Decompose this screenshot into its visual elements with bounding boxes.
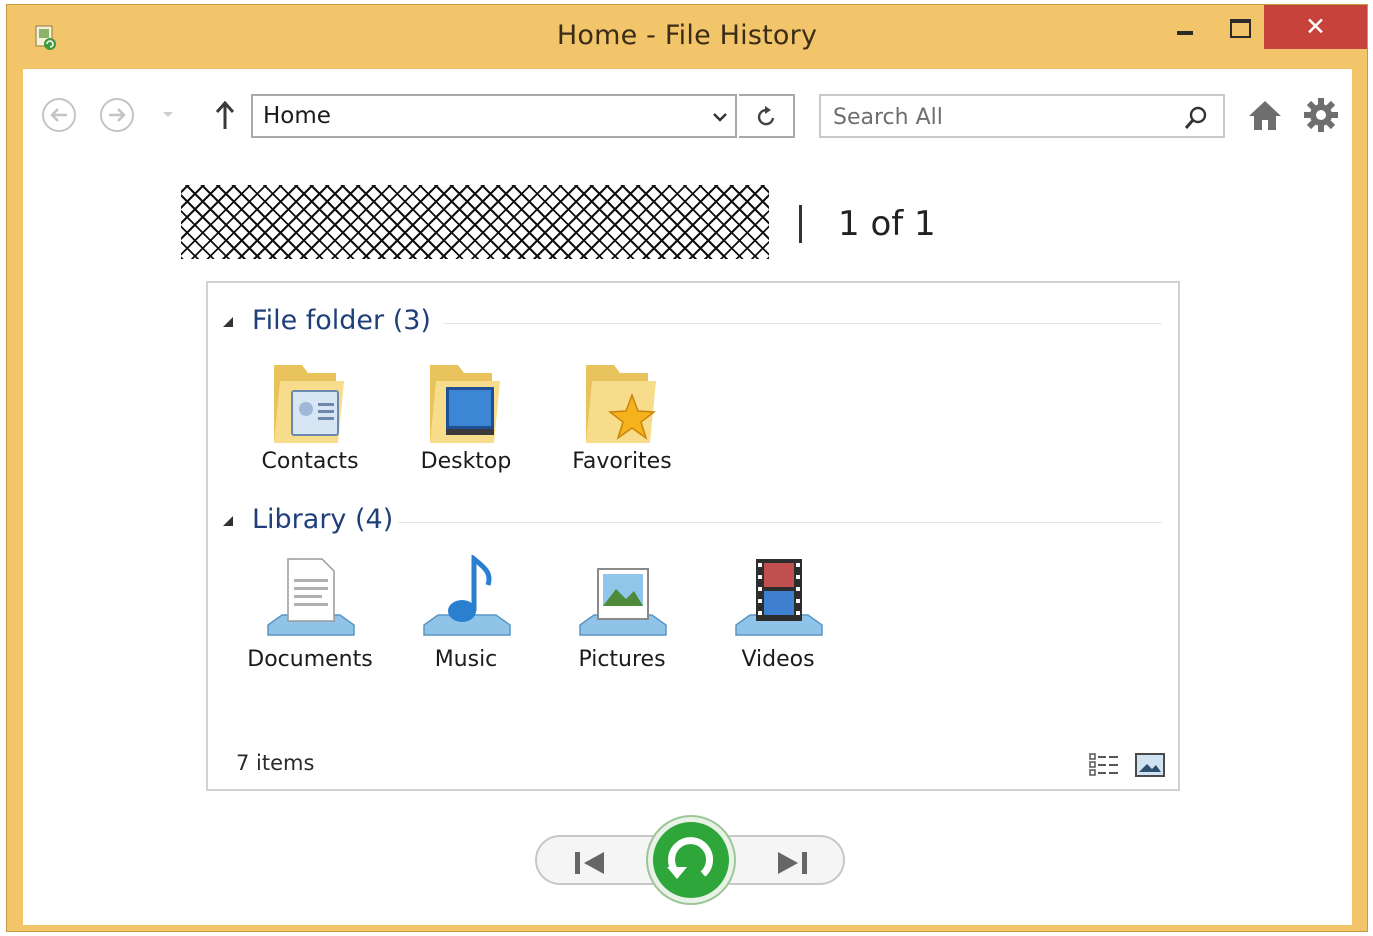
item-favorites[interactable]: Favorites: [552, 357, 692, 487]
collapse-triangle-icon[interactable]: [222, 514, 236, 528]
item-label: Favorites: [572, 449, 672, 474]
item-videos[interactable]: Videos: [708, 555, 848, 685]
gear-icon[interactable]: [1303, 97, 1339, 133]
restore-button[interactable]: [643, 813, 739, 907]
search-box[interactable]: [819, 94, 1225, 138]
address-bar[interactable]: Home: [251, 94, 737, 138]
search-input[interactable]: [831, 101, 1175, 133]
recent-locations-dropdown-icon[interactable]: [161, 107, 175, 121]
content-pane: File folder (3) Contacts Desktop Favorit…: [206, 281, 1180, 791]
title-bar[interactable]: Home - File History ✕: [7, 5, 1367, 69]
item-count: 7 items: [236, 751, 315, 775]
group-divider: [398, 522, 1162, 523]
backup-date-redacted: [181, 185, 769, 259]
next-icon[interactable]: [775, 850, 809, 876]
address-value: Home: [263, 103, 331, 129]
documents-library-icon: [267, 558, 355, 636]
item-pictures[interactable]: Pictures: [552, 555, 692, 685]
back-button[interactable]: [41, 97, 77, 133]
maximize-button[interactable]: [1218, 5, 1264, 49]
counter-separator: [799, 205, 802, 243]
item-label: Desktop: [420, 449, 512, 474]
close-button[interactable]: ✕: [1264, 5, 1367, 49]
item-label: Pictures: [578, 647, 666, 672]
item-music[interactable]: Music: [396, 555, 536, 685]
details-view-icon[interactable]: [1088, 752, 1120, 778]
chevron-down-icon[interactable]: [711, 108, 729, 126]
group-divider: [444, 323, 1162, 324]
contacts-folder-icon: [274, 365, 344, 443]
music-library-icon: [423, 555, 511, 636]
item-label: Contacts: [261, 449, 359, 474]
minimize-icon: [1177, 31, 1193, 35]
forward-button[interactable]: [99, 97, 135, 133]
up-button[interactable]: [213, 99, 237, 131]
videos-library-icon: [735, 559, 823, 636]
group-title: File folder (3): [252, 305, 431, 336]
previous-icon[interactable]: [573, 850, 607, 876]
item-label: Music: [434, 647, 498, 672]
window-title: Home - File History: [556, 20, 818, 51]
file-history-window: Home - File History ✕ Home Search All 1 …: [6, 4, 1368, 932]
version-counter: 1 of 1: [838, 204, 936, 244]
pictures-library-icon: [579, 568, 667, 636]
item-label: Videos: [741, 647, 815, 672]
favorites-folder-icon: [586, 365, 657, 443]
client-area: Home Search All 1 of 1 File folder (3) C…: [23, 69, 1352, 925]
item-label: Documents: [247, 647, 373, 672]
desktop-folder-icon: [430, 365, 500, 443]
item-contacts[interactable]: Contacts: [240, 357, 380, 487]
group-title: Library (4): [252, 504, 394, 535]
maximize-icon: [1230, 19, 1251, 38]
minimize-button[interactable]: [1164, 5, 1208, 49]
group-header-library[interactable]: Library (4): [222, 504, 1162, 540]
collapse-triangle-icon[interactable]: [222, 315, 236, 329]
search-icon[interactable]: [1183, 105, 1209, 131]
item-desktop[interactable]: Desktop: [396, 357, 536, 487]
item-documents[interactable]: Documents: [240, 555, 380, 685]
playback-controls: [535, 813, 847, 907]
close-icon: ✕: [1305, 12, 1326, 41]
refresh-icon: [757, 106, 775, 126]
group-header-file-folder[interactable]: File folder (3): [222, 305, 1162, 341]
home-icon[interactable]: [1247, 99, 1283, 131]
refresh-button[interactable]: [739, 94, 795, 138]
large-icons-view-icon[interactable]: [1135, 753, 1165, 777]
